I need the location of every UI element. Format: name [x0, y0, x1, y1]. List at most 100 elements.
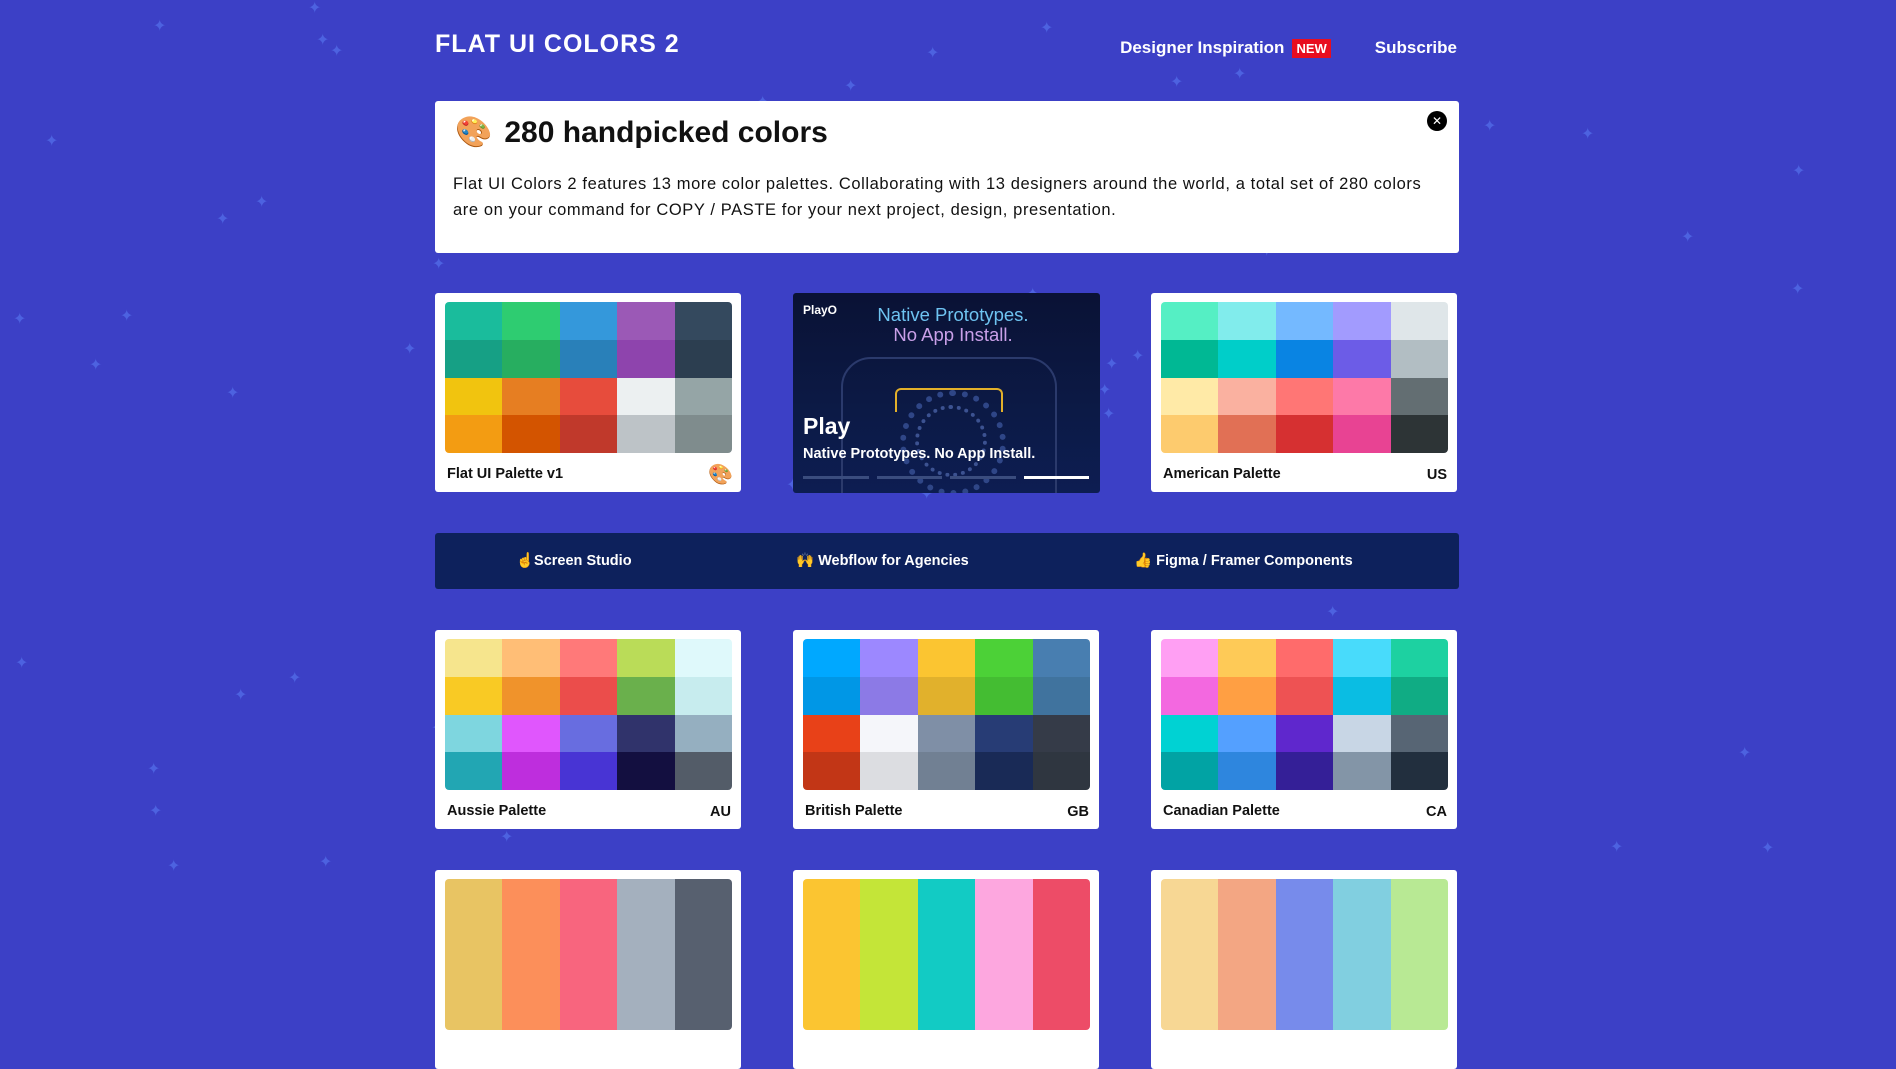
color-swatch[interactable] — [1390, 714, 1448, 753]
color-swatch[interactable] — [1275, 339, 1334, 378]
color-swatch[interactable] — [1390, 879, 1448, 917]
color-swatch[interactable] — [617, 992, 675, 1030]
color-swatch[interactable] — [1390, 339, 1448, 378]
color-swatch[interactable] — [617, 415, 675, 453]
color-swatch[interactable] — [1333, 302, 1391, 340]
palette-card[interactable]: Canadian Palette CA — [1151, 630, 1457, 829]
color-swatch[interactable] — [860, 916, 918, 955]
color-swatch[interactable] — [1032, 879, 1090, 917]
color-swatch[interactable] — [1161, 639, 1219, 677]
color-swatch[interactable] — [1161, 752, 1219, 790]
color-swatch[interactable] — [1161, 676, 1219, 715]
color-swatch[interactable] — [1333, 339, 1391, 378]
color-swatch[interactable] — [617, 752, 675, 790]
color-swatch[interactable] — [617, 954, 675, 993]
color-swatch[interactable] — [674, 415, 732, 453]
palette-swatch-grid[interactable] — [1161, 879, 1448, 1030]
color-swatch[interactable] — [445, 339, 503, 378]
palette-swatch-grid[interactable] — [445, 639, 732, 790]
color-swatch[interactable] — [860, 676, 918, 715]
color-swatch[interactable] — [1275, 377, 1334, 416]
color-swatch[interactable] — [674, 302, 732, 340]
designer-inspiration-link[interactable]: Designer Inspiration — [1120, 38, 1284, 58]
color-swatch[interactable] — [502, 302, 560, 340]
color-swatch[interactable] — [1218, 714, 1276, 753]
color-swatch[interactable] — [1333, 752, 1391, 790]
palette-swatch-grid[interactable] — [445, 302, 732, 453]
color-swatch[interactable] — [674, 639, 732, 677]
color-swatch[interactable] — [917, 916, 976, 955]
color-swatch[interactable] — [1161, 302, 1219, 340]
color-swatch[interactable] — [1161, 339, 1219, 378]
color-swatch[interactable] — [502, 992, 560, 1030]
color-swatch[interactable] — [975, 676, 1033, 715]
color-swatch[interactable] — [1275, 415, 1334, 453]
color-swatch[interactable] — [803, 714, 861, 753]
color-swatch[interactable] — [617, 676, 675, 715]
color-swatch[interactable] — [445, 752, 503, 790]
color-swatch[interactable] — [975, 639, 1033, 677]
color-swatch[interactable] — [917, 676, 976, 715]
color-swatch[interactable] — [674, 916, 732, 955]
color-swatch[interactable] — [1218, 916, 1276, 955]
palette-swatch-grid[interactable] — [1161, 302, 1448, 453]
color-swatch[interactable] — [803, 992, 861, 1030]
color-swatch[interactable] — [445, 639, 503, 677]
color-swatch[interactable] — [1390, 377, 1448, 416]
palette-swatch-grid[interactable] — [803, 639, 1090, 790]
color-swatch[interactable] — [860, 714, 918, 753]
color-swatch[interactable] — [1218, 992, 1276, 1030]
color-swatch[interactable] — [1390, 676, 1448, 715]
color-swatch[interactable] — [502, 415, 560, 453]
color-swatch[interactable] — [1275, 302, 1334, 340]
color-swatch[interactable] — [617, 639, 675, 677]
color-swatch[interactable] — [860, 752, 918, 790]
palette-swatch-grid[interactable] — [803, 879, 1090, 1030]
color-swatch[interactable] — [674, 339, 732, 378]
color-swatch[interactable] — [502, 879, 560, 917]
color-swatch[interactable] — [1032, 916, 1090, 955]
color-swatch[interactable] — [1275, 714, 1334, 753]
palette-card[interactable]: American Palette US — [1151, 293, 1457, 492]
palette-card[interactable]: Flat UI Palette v1 🎨 — [435, 293, 741, 492]
color-swatch[interactable] — [975, 954, 1033, 993]
color-swatch[interactable] — [1390, 916, 1448, 955]
color-swatch[interactable] — [1032, 992, 1090, 1030]
color-swatch[interactable] — [502, 377, 560, 416]
color-swatch[interactable] — [1161, 714, 1219, 753]
color-swatch[interactable] — [1333, 676, 1391, 715]
color-swatch[interactable] — [917, 639, 976, 677]
color-swatch[interactable] — [1275, 992, 1334, 1030]
color-swatch[interactable] — [559, 916, 618, 955]
color-swatch[interactable] — [975, 752, 1033, 790]
color-swatch[interactable] — [975, 879, 1033, 917]
color-swatch[interactable] — [1390, 992, 1448, 1030]
color-swatch[interactable] — [803, 752, 861, 790]
color-swatch[interactable] — [1032, 714, 1090, 753]
color-swatch[interactable] — [1161, 415, 1219, 453]
color-swatch[interactable] — [917, 992, 976, 1030]
color-swatch[interactable] — [502, 339, 560, 378]
color-swatch[interactable] — [1161, 954, 1219, 993]
color-swatch[interactable] — [917, 714, 976, 753]
palette-swatch-grid[interactable] — [445, 879, 732, 1030]
color-swatch[interactable] — [1275, 954, 1334, 993]
screen-studio-link[interactable]: ☝️Screen Studio — [516, 552, 632, 569]
palette-card[interactable] — [793, 870, 1099, 1069]
color-swatch[interactable] — [1390, 752, 1448, 790]
color-swatch[interactable] — [860, 954, 918, 993]
color-swatch[interactable] — [1275, 752, 1334, 790]
color-swatch[interactable] — [559, 879, 618, 917]
color-swatch[interactable] — [445, 916, 503, 955]
color-swatch[interactable] — [1218, 339, 1276, 378]
color-swatch[interactable] — [1275, 676, 1334, 715]
color-swatch[interactable] — [1333, 377, 1391, 416]
color-swatch[interactable] — [617, 714, 675, 753]
color-swatch[interactable] — [617, 879, 675, 917]
color-swatch[interactable] — [1333, 879, 1391, 917]
color-swatch[interactable] — [1218, 302, 1276, 340]
color-swatch[interactable] — [1218, 752, 1276, 790]
color-swatch[interactable] — [502, 676, 560, 715]
color-swatch[interactable] — [559, 714, 618, 753]
color-swatch[interactable] — [1333, 639, 1391, 677]
